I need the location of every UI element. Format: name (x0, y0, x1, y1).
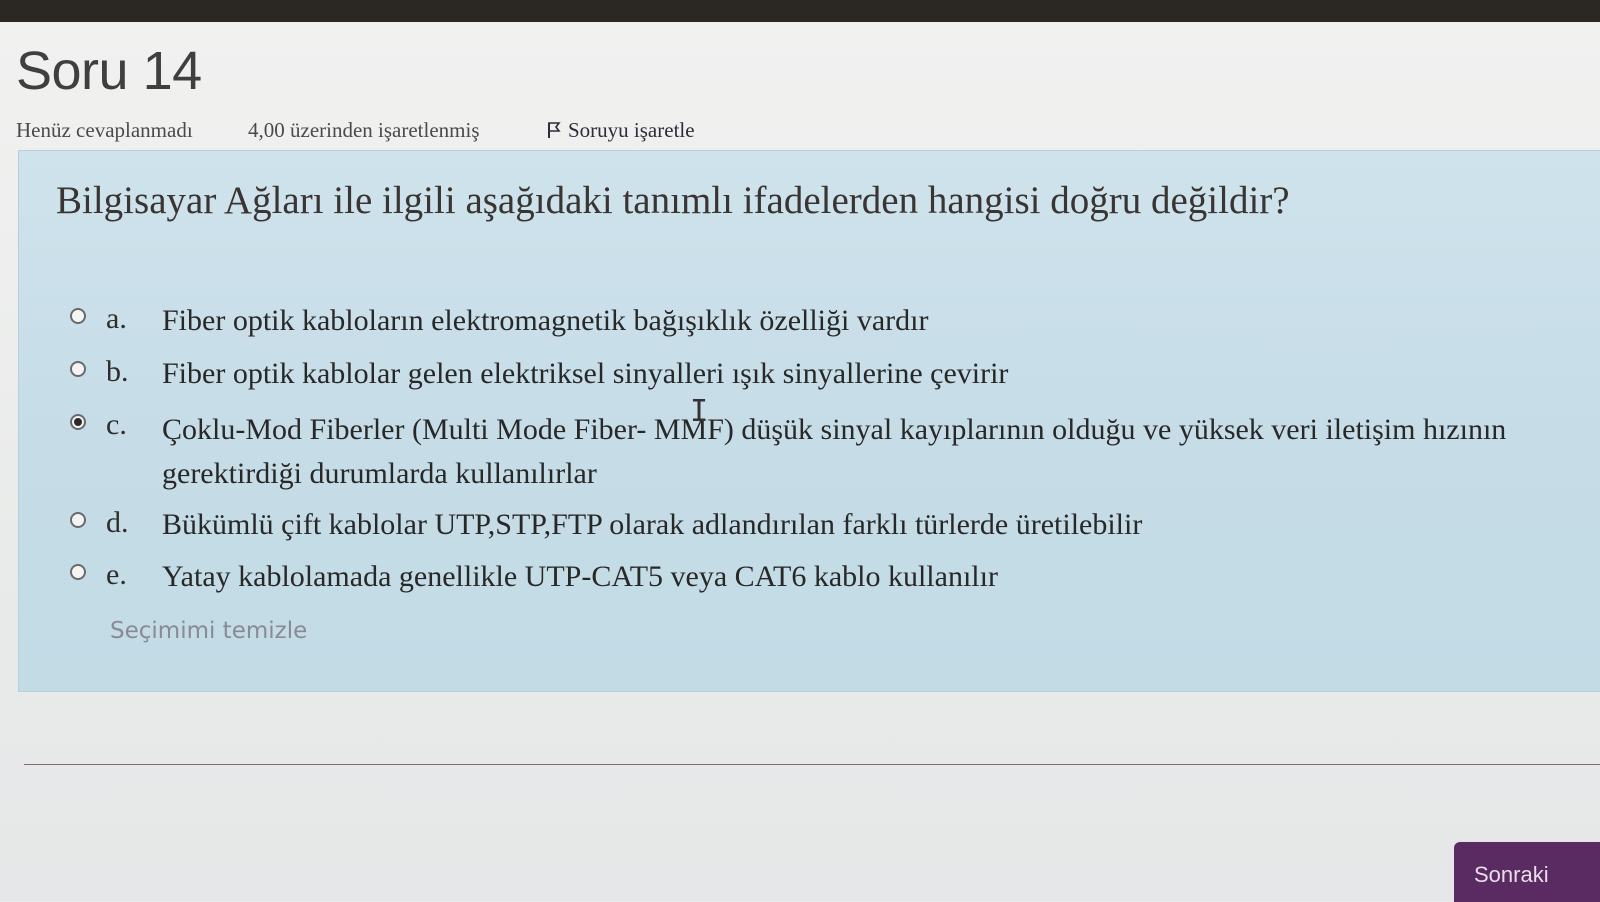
question-text: Bilgisayar Ağları ile ilgili aşağıdaki t… (56, 179, 1290, 222)
answer-text: Bükümlü çift kablolar UTP,STP,FTP olarak… (162, 508, 1143, 541)
flag-question-link[interactable]: Soruyu işaretle (546, 118, 695, 143)
answer-letter: c. (106, 408, 127, 441)
answer-letter: b. (106, 355, 129, 388)
answer-letter: d. (106, 506, 129, 539)
divider (24, 764, 1600, 765)
answer-text: Fiber optik kablolar gelen elektriksel s… (162, 357, 1009, 390)
question-number-title: Soru 14 (16, 41, 202, 101)
answer-text: Yatay kablolamada genellikle UTP-CAT5 ve… (162, 560, 998, 593)
radio-button-b[interactable] (70, 361, 86, 377)
radio-button-c[interactable] (70, 414, 86, 430)
question-points: 4,00 üzerinden işaretlenmiş (248, 118, 480, 142)
answer-text: Fiber optik kabloların elektromagnetik b… (162, 304, 929, 337)
answer-letter: e. (106, 558, 127, 591)
answer-option-c[interactable]: c. Çoklu-Mod Fiberler (Multi Mode Fiber-… (70, 408, 1590, 498)
answer-option-d[interactable]: d. Bükümlü çift kablolar UTP,STP,FTP ola… (70, 506, 1590, 546)
clear-selection-link[interactable]: Seçimimi temizle (110, 618, 307, 644)
question-status: Henüz cevaplanmadı (16, 118, 193, 142)
answer-text: Çoklu-Mod Fiberler (Multi Mode Fiber- MM… (162, 413, 1507, 490)
radio-button-a[interactable] (70, 308, 86, 324)
answer-letter: a. (106, 302, 127, 335)
text-cursor-icon: I (690, 394, 709, 429)
radio-selected-dot (74, 418, 82, 426)
top-bar (0, 0, 1600, 22)
answer-option-a[interactable]: a. Fiber optik kabloların elektromagneti… (70, 302, 1590, 342)
answer-option-e[interactable]: e. Yatay kablolamada genellikle UTP-CAT5… (70, 558, 1590, 598)
flag-icon (548, 122, 561, 138)
radio-button-d[interactable] (70, 512, 86, 528)
radio-button-e[interactable] (70, 564, 86, 580)
answer-option-b[interactable]: b. Fiber optik kablolar gelen elektrikse… (70, 355, 1590, 395)
next-page-button[interactable]: Sonraki (1454, 842, 1600, 902)
flag-question-label: Soruyu işaretle (568, 118, 695, 142)
